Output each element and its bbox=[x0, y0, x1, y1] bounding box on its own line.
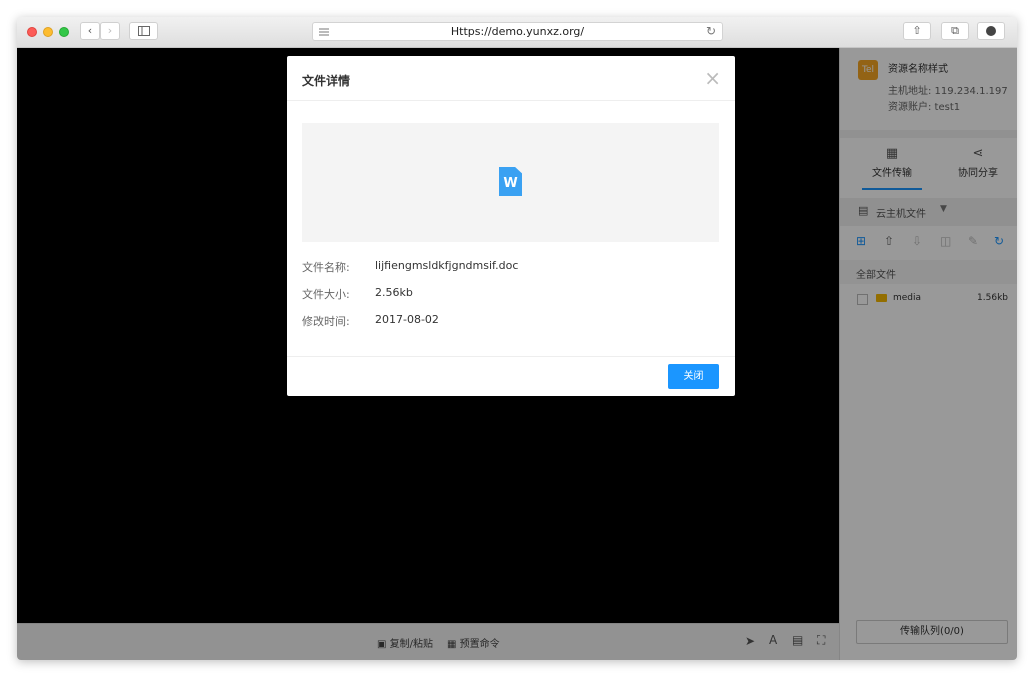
share-button[interactable]: ⇧ bbox=[903, 22, 931, 40]
word-file-icon: W bbox=[499, 167, 522, 196]
sidebar-icon bbox=[137, 26, 150, 36]
modified-time-label: 修改时间: bbox=[302, 315, 350, 328]
url-text: Https://demo.yunxz.org/ bbox=[450, 25, 585, 38]
modified-time-value: 2017-08-02 bbox=[375, 313, 439, 326]
address-bar[interactable]: Https://demo.yunxz.org/ ↻ bbox=[312, 22, 723, 41]
close-icon[interactable]: × bbox=[704, 66, 721, 90]
file-size-label: 文件大小: bbox=[302, 288, 350, 301]
browser-toolbar: ‹ › Https://demo.yunxz.org/ ↻ ⇧ ⧉ bbox=[17, 17, 1017, 48]
file-name-value: lijfiengmsldkfjgndmsif.doc bbox=[375, 259, 519, 272]
maximize-window-icon[interactable] bbox=[59, 27, 69, 37]
forward-button[interactable]: › bbox=[100, 22, 120, 40]
reload-icon[interactable]: ↻ bbox=[706, 24, 716, 38]
file-details-dialog: 文件详情 × W 文件名称: lijfiengmsldkfjgndmsif.do… bbox=[287, 56, 735, 396]
tabs-icon: ⧉ bbox=[951, 24, 959, 37]
minimize-window-icon[interactable] bbox=[43, 27, 53, 37]
dialog-title: 文件详情 bbox=[302, 74, 351, 88]
dialog-footer-divider bbox=[287, 356, 735, 357]
dialog-header-divider bbox=[287, 100, 735, 101]
chevron-left-icon: ‹ bbox=[87, 24, 93, 37]
share-icon: ⇧ bbox=[912, 24, 922, 37]
back-button[interactable]: ‹ bbox=[80, 22, 100, 40]
file-size-value: 2.56kb bbox=[375, 286, 413, 299]
file-preview: W bbox=[302, 123, 719, 242]
tabs-button[interactable]: ⧉ bbox=[941, 22, 969, 40]
chevron-right-icon: › bbox=[107, 24, 113, 37]
file-name-label: 文件名称: bbox=[302, 261, 350, 274]
download-icon bbox=[986, 26, 996, 36]
close-button[interactable]: 关闭 bbox=[668, 364, 719, 389]
sidebar-toggle-button[interactable] bbox=[129, 22, 158, 40]
downloads-button[interactable] bbox=[977, 22, 1005, 40]
close-window-icon[interactable] bbox=[27, 27, 37, 37]
